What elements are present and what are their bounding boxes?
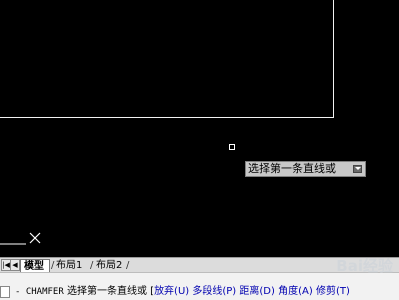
command-option-undo[interactable]: 放弃(U)	[154, 286, 189, 297]
command-line-handle-icon[interactable]	[0, 286, 10, 298]
command-line-text: - CHAMFER 选择第一条直线或 [放弃(U) 多段线(P) 距离(D) 角…	[15, 285, 350, 299]
tooltip-text: 选择第一条直线或	[248, 162, 336, 175]
tab-nav-prev-icon[interactable]: ◀	[10, 259, 20, 271]
tab-model[interactable]: 模型	[20, 259, 50, 272]
drawn-rectangle[interactable]	[0, 0, 334, 118]
dynamic-input-tooltip: 选择第一条直线或	[245, 161, 366, 177]
tab-separator: /	[126, 260, 130, 271]
tab-separator: /	[90, 260, 94, 271]
baidu-jingyan-watermark: Bai经验	[336, 257, 393, 275]
tab-layout2[interactable]: 布局2	[96, 259, 122, 272]
tab-layout1[interactable]: 布局1	[56, 259, 82, 272]
drawing-canvas[interactable]: 选择第一条直线或	[0, 0, 399, 257]
command-prompt: 选择第一条直线或	[66, 286, 147, 297]
command-prefix: - CHAMFER	[15, 287, 64, 297]
command-line[interactable]: - CHAMFER 选择第一条直线或 [放弃(U) 多段线(P) 距离(D) 角…	[0, 272, 399, 300]
tooltip-options-arrow-icon[interactable]	[353, 165, 362, 173]
command-option-distance[interactable]: 距离(D)	[239, 286, 275, 297]
pickbox-cursor	[229, 144, 235, 150]
command-option-angle[interactable]: 角度(A)	[278, 286, 313, 297]
ucs-icon	[0, 232, 41, 245]
command-option-trim[interactable]: 修剪(T)	[316, 286, 350, 297]
tab-separator: /	[51, 260, 55, 271]
command-option-polyline[interactable]: 多段线(P)	[192, 286, 236, 297]
